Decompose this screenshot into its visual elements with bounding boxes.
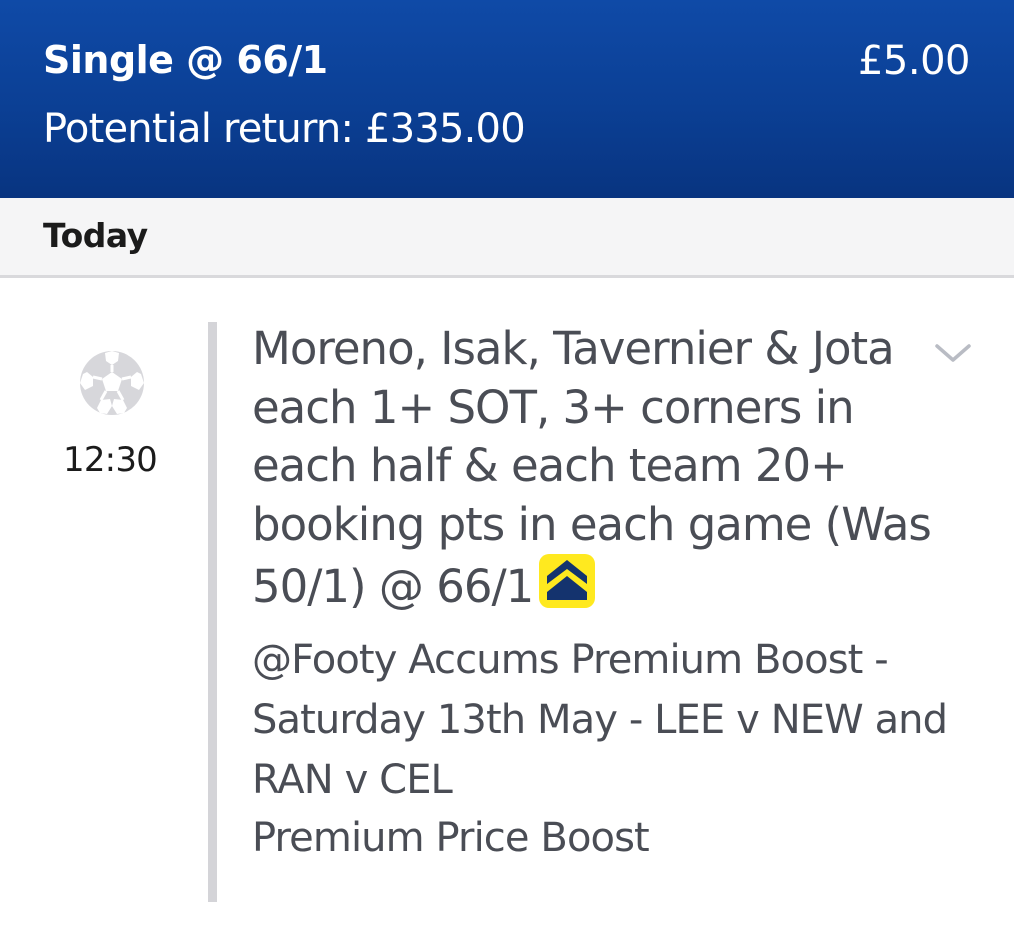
event-time: 12:30 <box>63 440 158 480</box>
football-icon <box>79 350 145 416</box>
potential-return: Potential return: £335.00 <box>43 106 526 152</box>
market-name: @Footy Accums Premium Boost - Saturday 1… <box>252 637 948 803</box>
stake-amount: £5.00 <box>857 38 971 84</box>
chevron-down-icon[interactable] <box>932 338 974 368</box>
bet-type-odds: Single @ 66/1 <box>43 38 328 82</box>
day-label: Today <box>43 216 148 255</box>
promotion-label: Premium Price Boost <box>252 815 650 861</box>
betslip-header: Single @ 66/1 £5.00 Potential return: £3… <box>0 0 1014 198</box>
price-boost-icon <box>539 554 596 608</box>
selection-description: Moreno, Isak, Tavernier & Jota each 1+ S… <box>252 320 932 617</box>
selection-divider <box>208 322 217 902</box>
day-section-bar <box>0 198 1014 278</box>
